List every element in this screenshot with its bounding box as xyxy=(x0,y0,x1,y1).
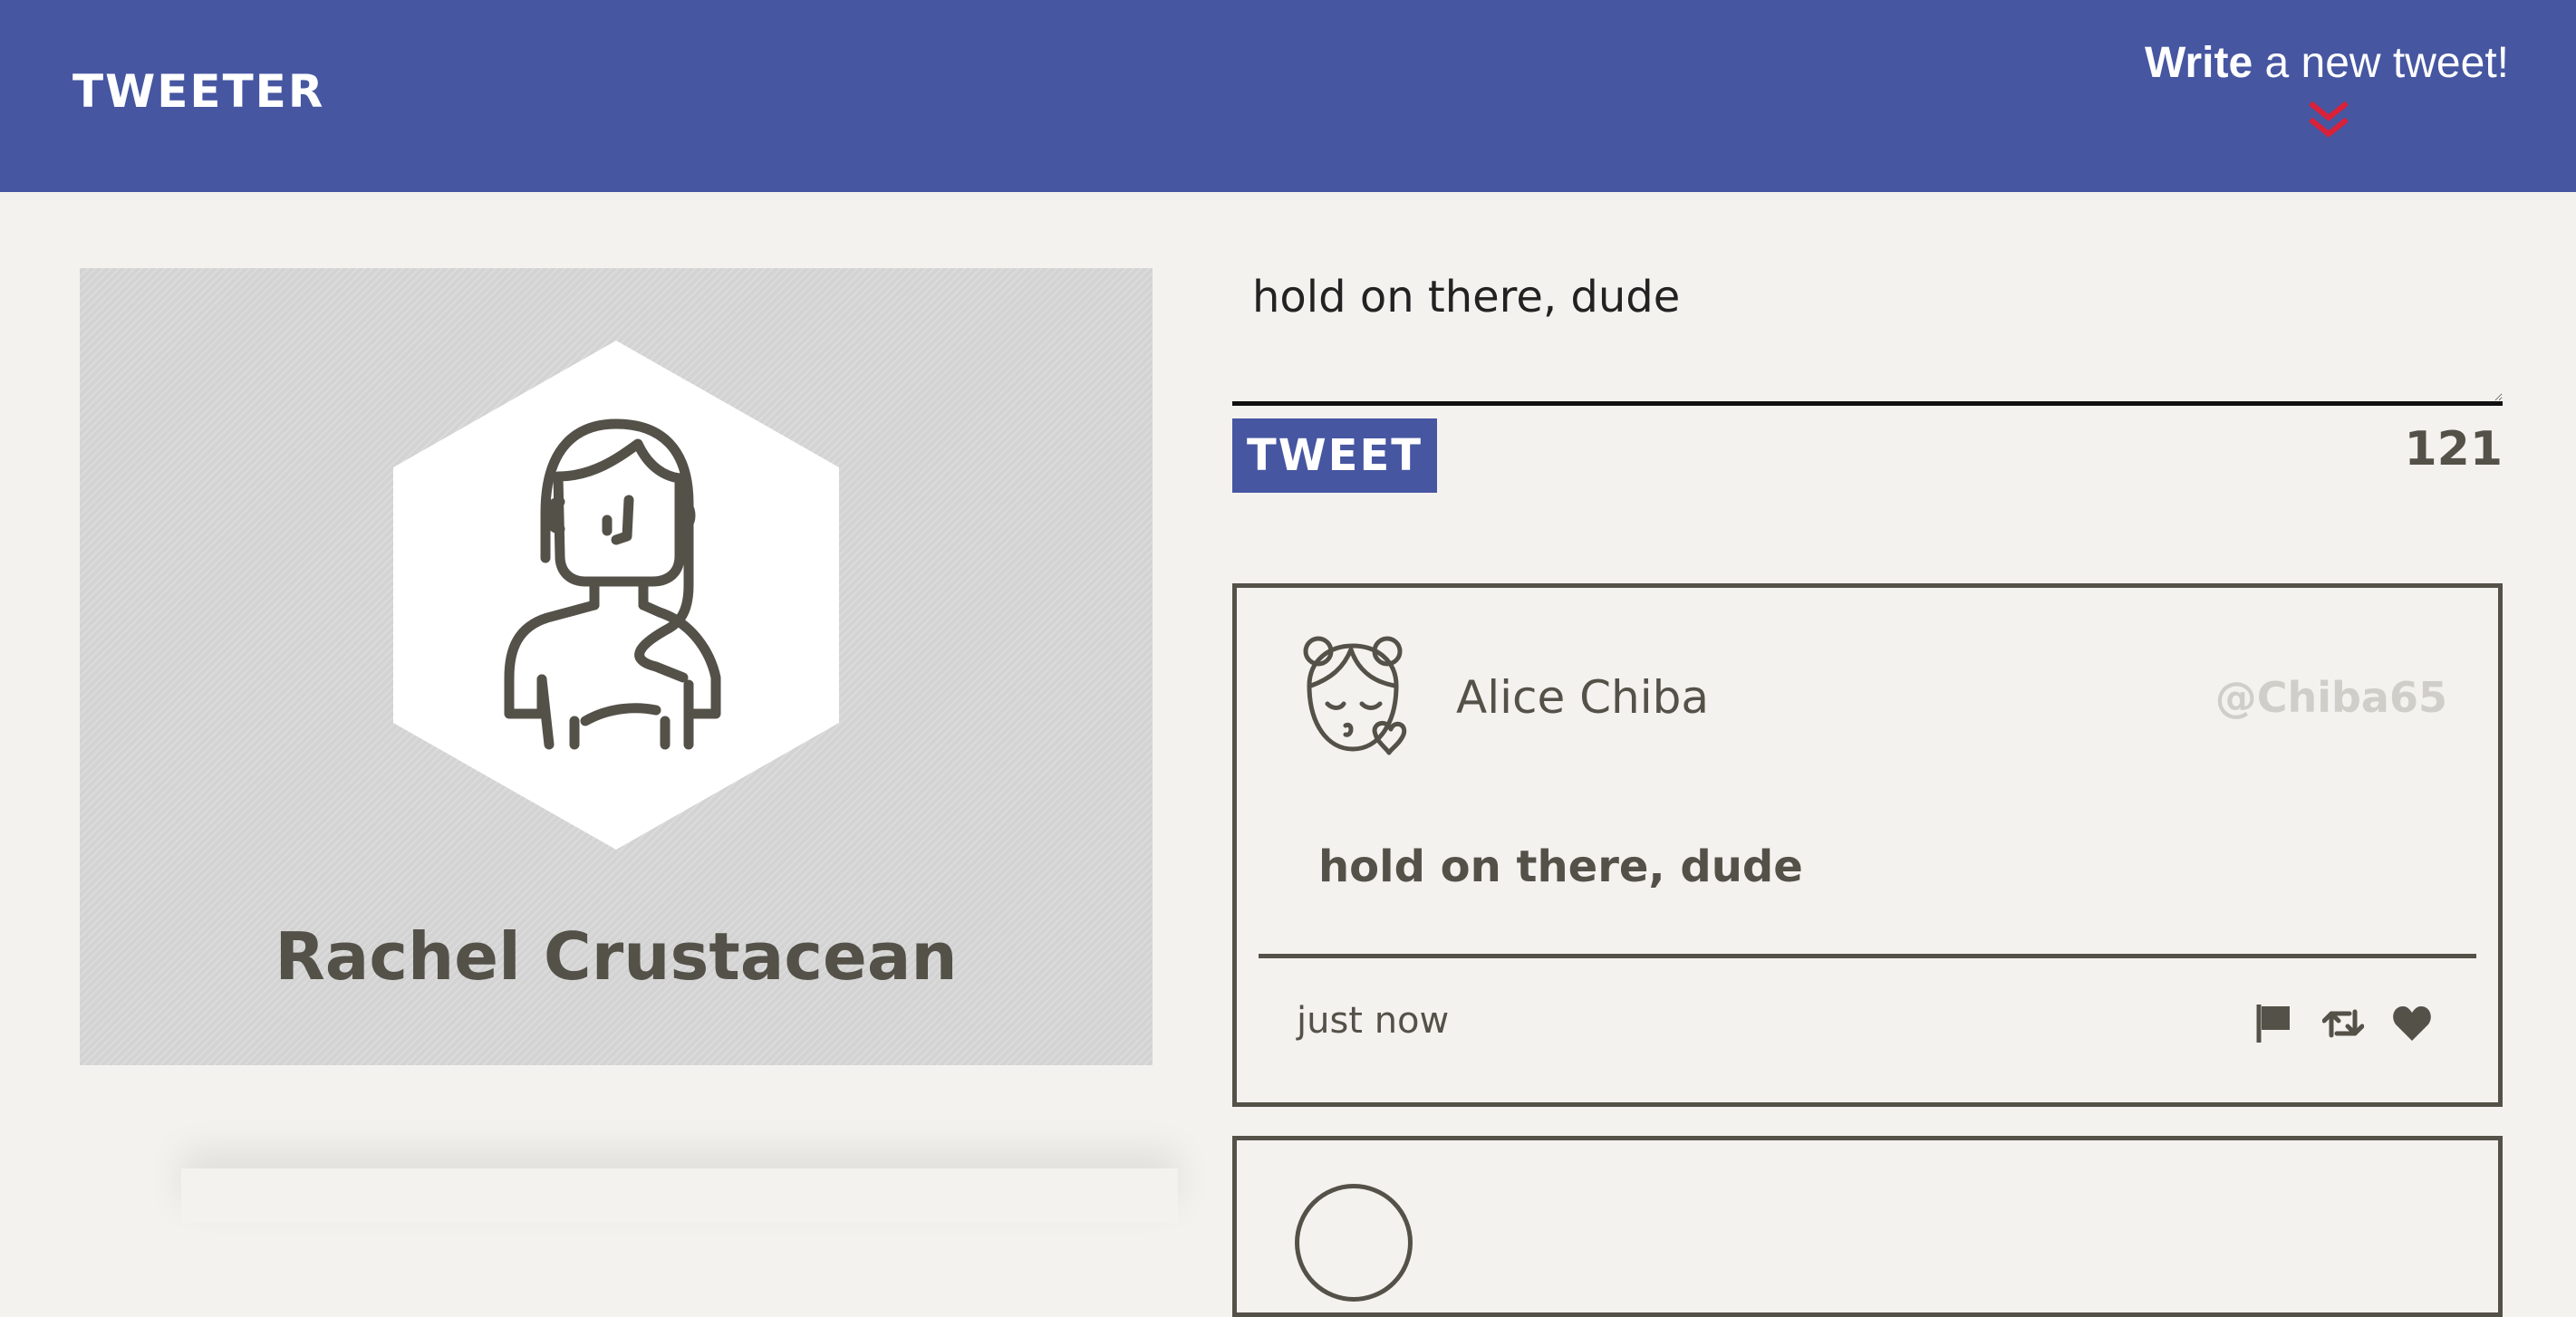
girl-kiss-avatar-icon xyxy=(1303,636,1407,755)
write-new-tweet-light: a new tweet! xyxy=(2253,39,2510,87)
tweet-compose-input[interactable] xyxy=(1232,259,2503,406)
tweet-actions xyxy=(2253,1001,2433,1046)
avatar xyxy=(1295,1184,1413,1302)
heart-icon[interactable] xyxy=(2391,1003,2433,1044)
tweet-card xyxy=(1232,1136,2503,1317)
woman-avatar-icon xyxy=(393,341,839,850)
tweet-submit-button[interactable]: TWEET xyxy=(1232,418,1437,493)
write-new-tweet-link[interactable]: Write a new tweet! xyxy=(2145,38,2509,88)
profile-shadow xyxy=(181,1168,1178,1223)
double-chevron-down-icon[interactable] xyxy=(2305,98,2352,141)
top-nav: TWEETER Write a new tweet! xyxy=(0,0,2576,192)
app-logo[interactable]: TWEETER xyxy=(72,65,324,118)
flag-icon[interactable] xyxy=(2253,1003,2295,1044)
user-profile-card: Rachel Crustacean xyxy=(80,268,1153,1065)
tweet-author-name[interactable]: Alice Chiba xyxy=(1456,671,1709,724)
char-counter: 121 xyxy=(2404,422,2503,476)
profile-name: Rachel Crustacean xyxy=(275,918,958,995)
tweet-divider xyxy=(1259,954,2476,958)
retweet-icon[interactable] xyxy=(2321,1003,2365,1044)
tweet-author-handle[interactable]: @Chiba65 xyxy=(2215,673,2447,722)
tweet-body: hold on there, dude xyxy=(1318,841,1803,892)
tweet-card: Alice Chiba @Chiba65 hold on there, dude… xyxy=(1232,583,2503,1107)
write-new-tweet-strong: Write xyxy=(2145,39,2253,87)
tweet-timestamp: just now xyxy=(1297,1000,1450,1042)
